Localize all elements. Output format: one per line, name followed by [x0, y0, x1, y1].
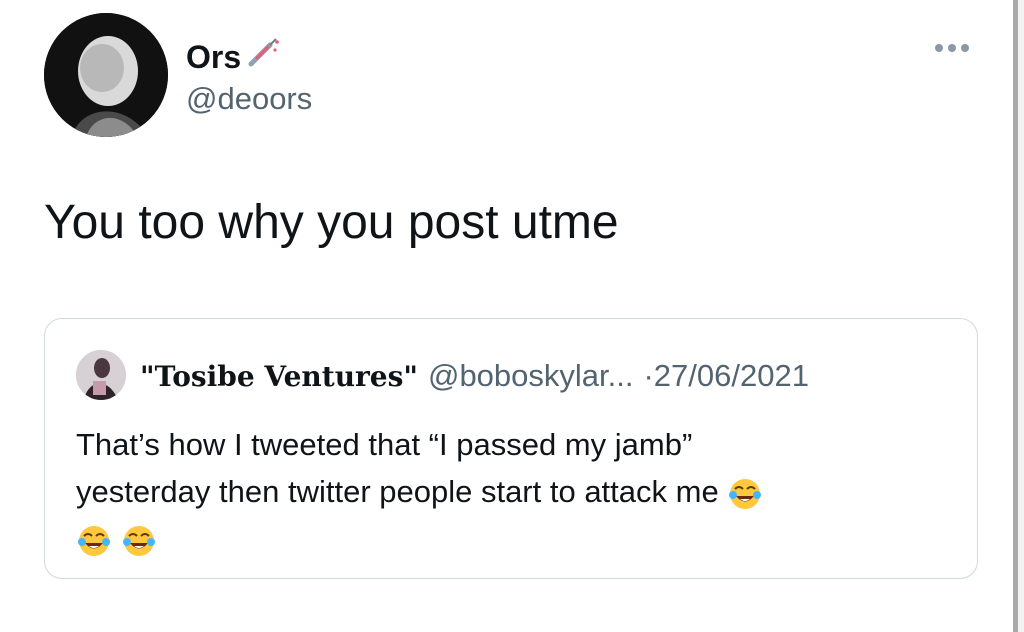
- quoted-tweet-text: That’s how I tweeted that “I passed my j…: [76, 421, 936, 562]
- tweet-text: You too why you post utme: [44, 196, 619, 249]
- more-options-icon[interactable]: [935, 44, 969, 52]
- quoted-author-avatar[interactable]: [76, 350, 126, 400]
- quoted-author-name[interactable]: "Tosibe Ventures": [140, 357, 418, 397]
- author-avatar[interactable]: [44, 13, 168, 137]
- author-name-text: Ors: [186, 39, 242, 75]
- more-dot: [935, 44, 943, 52]
- quoted-text-line-2: yesterday then twitter people start to a…: [76, 468, 936, 515]
- quoted-tweet-header: "Tosibe Ventures" @boboskylar... ·27/06/…: [140, 356, 809, 397]
- more-dot: [948, 44, 956, 52]
- quoted-text-line-2-text: yesterday then twitter people start to a…: [76, 474, 719, 509]
- quoted-tweet-date[interactable]: ·27/06/2021: [643, 356, 808, 396]
- tears-of-joy-emoji: [76, 523, 112, 559]
- quoted-text-line-3: [76, 515, 936, 562]
- scrollbar-thumb[interactable]: [1013, 0, 1018, 632]
- author-username[interactable]: @deoors: [186, 80, 312, 118]
- author-display-name[interactable]: Ors: [186, 36, 279, 78]
- more-dot: [961, 44, 969, 52]
- syringe-icon: [245, 36, 279, 78]
- tears-of-joy-emoji: [727, 476, 763, 512]
- tears-of-joy-emoji: [121, 523, 157, 559]
- quoted-author-username[interactable]: @boboskylar...: [428, 356, 634, 396]
- quoted-text-line-1: That’s how I tweeted that “I passed my j…: [76, 427, 693, 462]
